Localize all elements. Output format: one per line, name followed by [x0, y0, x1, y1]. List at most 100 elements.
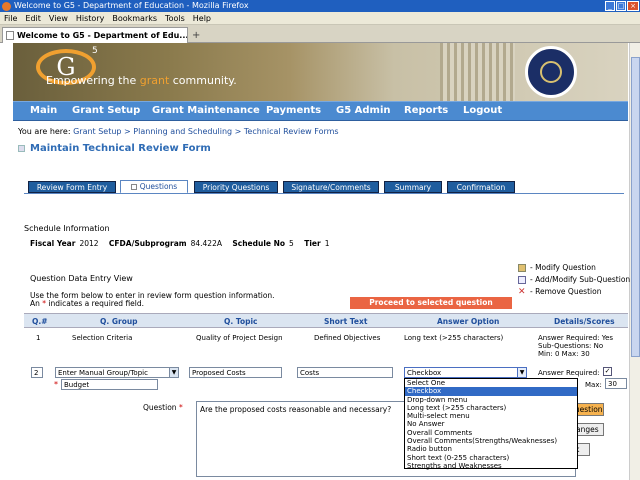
sub-group-input[interactable]: Budget [61, 379, 158, 390]
legend-modify: - Modify Question [518, 263, 596, 272]
browser-tab-strip: Welcome to G5 - Department of Edu... + [0, 25, 640, 43]
dropdown-option[interactable]: Select One [405, 379, 577, 387]
answer-option-value: Checkbox [407, 369, 442, 377]
dropdown-option[interactable]: Drop-down menu [405, 396, 577, 404]
window-title-bar: Welcome to G5 - Department of Education … [0, 0, 640, 12]
nav-grant-setup[interactable]: Grant Setup [72, 105, 140, 116]
menu-tools[interactable]: Tools [165, 14, 185, 23]
dropdown-option[interactable]: Short text (0-255 characters) [405, 454, 577, 462]
dropdown-option-selected[interactable]: Checkbox [405, 387, 577, 396]
table-header: Q.# Q. Group Q. Topic Short Text Answer … [24, 313, 628, 328]
edit-icon [518, 264, 526, 272]
nav-reports[interactable]: Reports [404, 105, 448, 116]
vertical-scrollbar[interactable] [629, 43, 640, 480]
menu-bookmarks[interactable]: Bookmarks [112, 14, 157, 23]
g5-logo-superscript: 5 [92, 46, 98, 56]
dropdown-option[interactable]: Multi-select menu [405, 412, 577, 420]
dropdown-option[interactable]: Strengths and Weaknesses [405, 462, 577, 470]
dropdown-option[interactable]: No Answer [405, 420, 577, 428]
qnum-input[interactable]: 2 [31, 367, 43, 378]
schedule-no-value: 5 [289, 239, 294, 248]
schedule-details: Fiscal Year 2012 CFDA/Subprogram 84.422A S… [30, 239, 337, 248]
row1-topic: Quality of Project Design [196, 334, 283, 342]
chevron-down-icon: ▼ [517, 368, 526, 377]
col-topic: Q. Topic [224, 317, 258, 326]
minimize-button[interactable]: _ [605, 1, 615, 11]
answer-required-label: Answer Required: [538, 369, 600, 377]
checkbox-icon [130, 184, 137, 190]
question-entry-heading: Question Data Entry View [30, 274, 133, 283]
row1-group: Selection Criteria [72, 334, 133, 342]
tab-summary[interactable]: Summary [384, 181, 442, 193]
dropdown-option[interactable]: Radio button [405, 445, 577, 453]
tab-confirmation[interactable]: Confirmation [447, 181, 515, 193]
menu-bar: File Edit View History Bookmarks Tools Help [0, 12, 640, 25]
max-input[interactable]: 30 [605, 378, 627, 389]
tagline-accent: grant [139, 74, 170, 87]
tab-questions[interactable]: Questions [120, 180, 188, 194]
dropdown-option[interactable]: Long text (>255 characters) [405, 404, 577, 412]
remove-icon: ✕ [518, 287, 526, 297]
col-group: Q. Group [100, 317, 138, 326]
short-text-input[interactable]: Costs [297, 367, 393, 378]
col-details: Details/Scores [554, 317, 615, 326]
new-tab-icon[interactable]: + [192, 30, 200, 41]
breadcrumb: You are here: Grant Setup > Planning and… [18, 127, 339, 136]
tab-priority-questions[interactable]: Priority Questions [194, 181, 278, 193]
nav-g5-admin[interactable]: G5 Admin [336, 105, 391, 116]
firefox-icon [2, 2, 11, 11]
chevron-down-icon: ▼ [169, 368, 178, 377]
nav-logout[interactable]: Logout [463, 105, 502, 116]
row1-short: Defined Objectives [314, 334, 381, 342]
tab-signature-comments[interactable]: Signature/Comments [283, 181, 379, 193]
tab-questions-label: Questions [139, 182, 178, 191]
maximize-button[interactable]: □ [616, 1, 626, 11]
row1-num: 1 [36, 334, 41, 342]
help-icon [518, 276, 526, 284]
nav-grant-maintenance[interactable]: Grant Maintenance [152, 105, 260, 116]
legend-remove: ✕ - Remove Question [518, 287, 602, 297]
topic-input[interactable]: Proposed Costs [189, 367, 282, 378]
menu-view[interactable]: View [49, 14, 68, 23]
menu-file[interactable]: File [4, 14, 17, 23]
col-short-text: Short Text [324, 317, 368, 326]
dropdown-option[interactable]: Overall Comments [405, 429, 577, 437]
cfda-value: 84.422A [190, 239, 222, 248]
window-title: Welcome to G5 - Department of Education … [14, 1, 249, 10]
legend-add-sub: - Add/Modify Sub-Question [518, 275, 630, 284]
proceed-button[interactable]: Proceed to selected question [350, 297, 512, 309]
answer-option-select[interactable]: Checkbox ▼ [404, 367, 527, 378]
breadcrumb-path[interactable]: Grant Setup > Planning and Scheduling > … [73, 127, 339, 136]
row1-d3: Min: 0 Max: 30 [538, 350, 590, 358]
browser-tab[interactable]: Welcome to G5 - Department of Edu... [2, 27, 188, 43]
legend-modify-label: - Modify Question [530, 263, 596, 272]
answer-option-dropdown[interactable]: Select One Checkbox Drop-down menu Long … [404, 378, 578, 470]
row1-d2: Sub-Questions: No [538, 342, 604, 350]
cfda-label: CFDA/Subprogram [108, 239, 187, 248]
department-seal-icon [525, 46, 577, 98]
instructions: Use the form below to enter in review fo… [30, 292, 275, 308]
banner-bookshelf-image [440, 43, 515, 101]
nav-main[interactable]: Main [30, 105, 57, 116]
question-required-star: * [178, 403, 183, 412]
instructions-line2: An * indicates a required field. [30, 300, 275, 308]
main-nav: Main Grant Setup Grant Maintenance Payme… [13, 101, 628, 121]
dropdown-option[interactable]: Overall Comments(Strengths/Weaknesses) [405, 437, 577, 445]
group-select[interactable]: Enter Manual Group/Topic ▼ [55, 367, 179, 378]
menu-edit[interactable]: Edit [25, 14, 41, 23]
nav-payments[interactable]: Payments [266, 105, 321, 116]
row1-d1: Answer Required: Yes [538, 334, 614, 342]
legend-remove-label: - Remove Question [530, 287, 602, 296]
row1-details: Answer Required: Yes Sub-Questions: No Min… [538, 334, 613, 358]
scrollbar-thumb[interactable] [631, 57, 640, 357]
tagline-post: community. [169, 74, 237, 87]
tab-review-form-entry[interactable]: Review Form Entry [28, 181, 116, 193]
question-label: Question * [143, 403, 183, 412]
tier-label: Tier [304, 239, 321, 248]
schedule-no-label: Schedule No [232, 239, 286, 248]
answer-required-checkbox[interactable]: ✓ [603, 367, 612, 376]
close-button[interactable]: × [627, 1, 639, 11]
page-title: Maintain Technical Review Form [30, 143, 211, 154]
menu-history[interactable]: History [76, 14, 104, 23]
menu-help[interactable]: Help [193, 14, 211, 23]
